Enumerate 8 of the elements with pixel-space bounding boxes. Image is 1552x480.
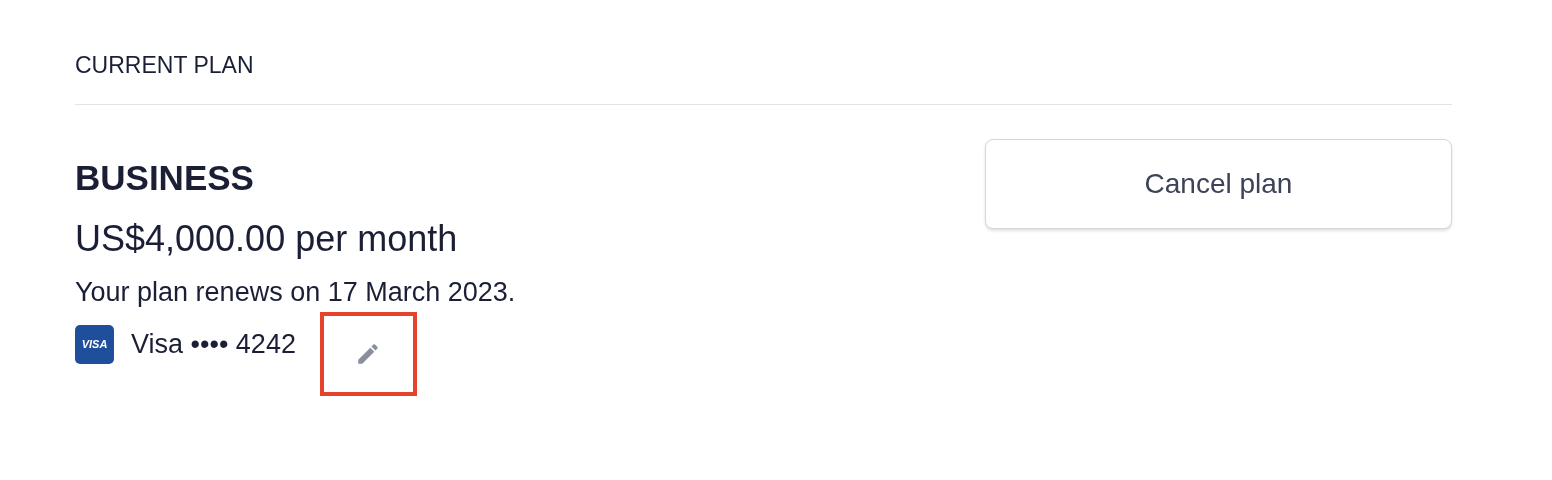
- edit-button[interactable]: [319, 312, 417, 397]
- plan-price: US$4,000.00 per month: [75, 216, 459, 260]
- plan-name: BUSINESS: [75, 156, 255, 199]
- card-number: Visa •••• 4242: [131, 327, 296, 361]
- renewal-text: Your plan renews on 17 March 2023.: [75, 275, 516, 309]
- card-brand-logo: VISA: [75, 324, 114, 364]
- section-title: CURRENT PLAN: [75, 52, 255, 80]
- cancel-plan-button[interactable]: Cancel plan: [985, 138, 1452, 229]
